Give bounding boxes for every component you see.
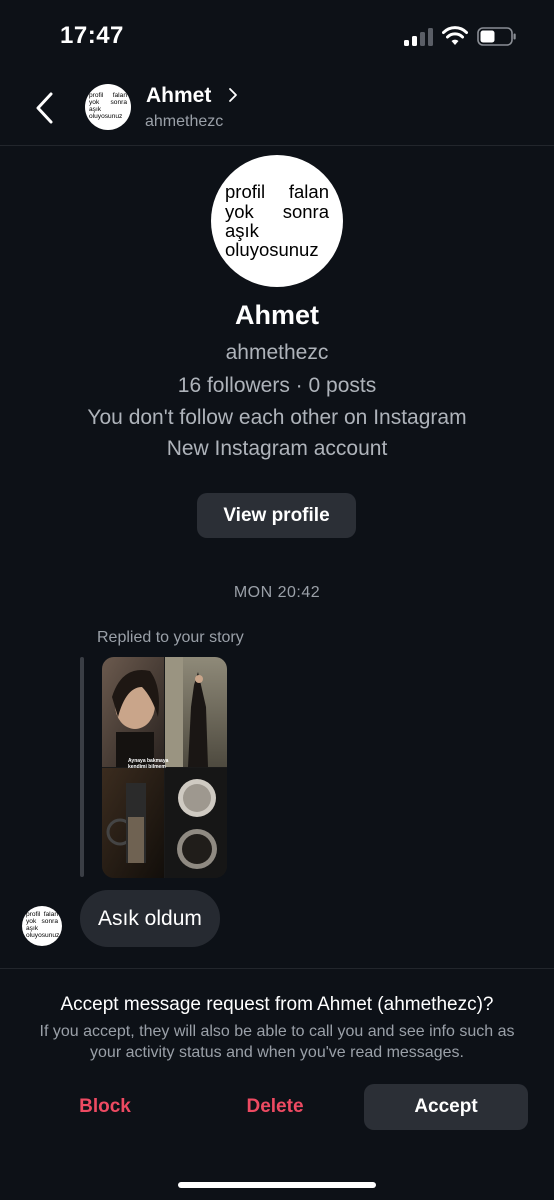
- header-handle: ahmethezc: [145, 113, 224, 130]
- replied-to-story-label: Replied to your story: [97, 629, 244, 646]
- avatar-word: sonra: [282, 200, 329, 222]
- battery-icon: [477, 27, 516, 46]
- avatar-word: falan: [288, 181, 329, 203]
- message-bubble[interactable]: Asık oldum: [80, 890, 220, 947]
- chat-header: profil falan yok sonra aşık oluyosunuz Ahm…: [0, 74, 554, 146]
- story-caption: Aynaya bakmaya kendimi bilmem: [128, 758, 168, 770]
- account-note: New Instagram account: [166, 437, 388, 460]
- back-arrow-icon[interactable]: [30, 88, 60, 128]
- header-name[interactable]: Ahmet: [146, 84, 211, 108]
- profile-name: Ahmet: [234, 300, 319, 330]
- message-timestamp: MON 20:42: [233, 584, 321, 601]
- delete-button[interactable]: Delete: [210, 1084, 340, 1130]
- message-request-panel: Accept message request from Ahmet (ahmet…: [0, 968, 554, 1200]
- chevron-right-icon[interactable]: [226, 84, 240, 106]
- story-thumbnail[interactable]: Aynaya bakmaya kendimi bilmem: [102, 657, 227, 878]
- wifi-icon: [442, 26, 468, 45]
- avatar-word: aşık: [225, 220, 259, 241]
- block-button[interactable]: Block: [40, 1084, 170, 1130]
- view-profile-button[interactable]: View profile: [197, 493, 356, 538]
- profile-avatar[interactable]: profil falan yok sonra aşık oluyosunuz: [211, 155, 343, 287]
- avatar-text-art: profil falan yok sonra aşık oluyosunuz: [26, 906, 60, 946]
- home-indicator[interactable]: [178, 1182, 376, 1188]
- request-title: Accept message request from Ahmet (ahmet…: [60, 994, 494, 1015]
- avatar-word: oluyosunuz: [26, 931, 60, 939]
- avatar-word: yok: [225, 200, 254, 222]
- profile-handle: ahmethezc: [225, 341, 329, 364]
- header-avatar[interactable]: profil falan yok sonra aşık oluyosunuz: [85, 84, 131, 130]
- avatar-word: oluyosunuz: [89, 112, 123, 120]
- avatar-word: oluyosunuz: [225, 239, 319, 261]
- avatar-word: sonra: [110, 99, 128, 107]
- story-caption-line: kendimi bilmem: [128, 764, 166, 770]
- mutual-follow-info: You don't follow each other on Instagram: [87, 406, 467, 429]
- avatar-text-art: profil falan yok sonra aşık oluyosunuz: [89, 84, 127, 130]
- accept-button[interactable]: Accept: [364, 1084, 528, 1130]
- profile-stats: 16 followers · 0 posts: [177, 374, 377, 397]
- avatar-word: profil: [225, 181, 266, 203]
- signal-icon: [404, 28, 434, 46]
- status-bar: 17:47: [0, 0, 554, 74]
- avatar-text-art: profil falan yok sonra aşık oluyosunuz: [225, 155, 329, 287]
- request-description: If you accept, they will also be able to…: [39, 1023, 515, 1061]
- reply-indicator-line: [80, 657, 84, 877]
- avatar-word: sonra: [41, 918, 59, 926]
- status-time: 17:47: [60, 22, 124, 49]
- message-avatar[interactable]: profil falan yok sonra aşık oluyosunuz: [22, 906, 62, 946]
